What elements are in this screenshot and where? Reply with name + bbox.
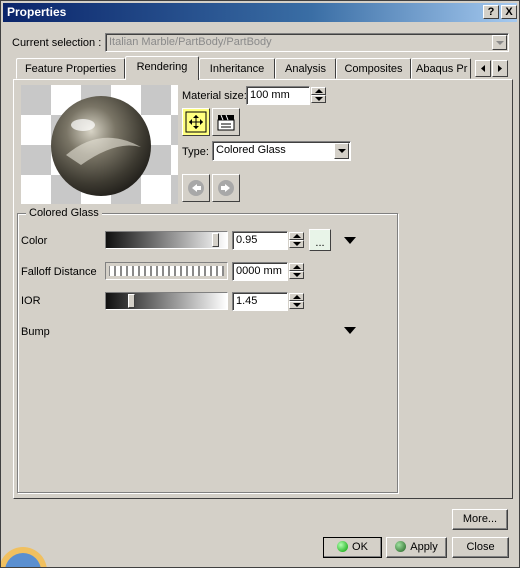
ior-slider-thumb[interactable] [128, 294, 135, 308]
apply-label: Apply [410, 541, 438, 553]
more-button[interactable]: More... [452, 509, 508, 530]
clapperboard-button[interactable] [212, 108, 240, 136]
clapperboard-icon [217, 114, 235, 131]
tab-analysis[interactable]: Analysis [275, 58, 336, 79]
tab-abaqus[interactable]: Abaqus Pr [411, 58, 471, 79]
spinner-up-icon[interactable] [289, 293, 304, 301]
globe-logo-icon [1, 547, 47, 567]
ior-value-input[interactable]: 1.45 [232, 292, 288, 311]
color-value-input[interactable]: 0.95 [232, 231, 288, 250]
type-dropdown-icon [334, 143, 349, 159]
color-spinner[interactable] [289, 232, 304, 249]
tab-feature-properties[interactable]: Feature Properties [16, 58, 125, 79]
type-dropdown[interactable]: Colored Glass [212, 141, 351, 161]
current-selection-field[interactable]: Italian Marble/PartBody/PartBody [105, 33, 509, 52]
spinner-up-icon[interactable] [289, 232, 304, 240]
current-selection-value: Italian Marble/PartBody/PartBody [109, 36, 272, 48]
type-label: Type: [182, 146, 209, 158]
previous-button[interactable] [182, 174, 210, 202]
ior-spinner[interactable] [289, 293, 304, 310]
color-expand-icon[interactable] [344, 237, 356, 244]
color-slider-thumb[interactable] [212, 233, 219, 247]
previous-circle-icon [188, 180, 204, 196]
material-size-input[interactable]: 100 mm [246, 86, 310, 105]
tab-rendering[interactable]: Rendering [125, 56, 199, 80]
window-title: Properties [7, 5, 67, 19]
falloff-distance-slider[interactable] [105, 262, 228, 280]
tab-inheritance[interactable]: Inheritance [199, 58, 275, 79]
material-preview [21, 85, 178, 204]
title-bar: Properties ? X [3, 3, 517, 22]
ok-label: OK [352, 541, 368, 553]
spinner-up-icon[interactable] [311, 87, 326, 95]
bump-label: Bump [21, 326, 50, 338]
arrow-left-icon [481, 65, 485, 72]
tab-composites[interactable]: Composites [336, 58, 411, 79]
current-selection-label: Current selection : [12, 37, 102, 49]
falloff-distance-label: Falloff Distance [21, 266, 97, 278]
properties-window: Properties ? X Current selection : Itali… [0, 0, 520, 568]
close-button[interactable]: Close [452, 537, 509, 558]
color-label: Color [21, 235, 48, 247]
next-circle-icon [218, 180, 234, 196]
material-size-spinner[interactable] [311, 87, 326, 104]
selection-dropdown-icon [492, 35, 507, 50]
ok-button[interactable]: OK [323, 537, 382, 558]
scale-mapping-button[interactable] [182, 108, 210, 136]
color-picker-button[interactable]: ... [309, 229, 331, 251]
colored-glass-group [17, 213, 398, 493]
apply-dot-icon [395, 541, 407, 552]
apply-button[interactable]: Apply [386, 537, 447, 558]
ior-slider[interactable] [105, 292, 228, 310]
type-value: Colored Glass [216, 144, 286, 156]
next-button[interactable] [212, 174, 240, 202]
help-button[interactable]: ? [483, 5, 499, 19]
ior-label: IOR [21, 295, 41, 307]
spinner-down-icon[interactable] [289, 271, 304, 279]
falloff-distance-spinner[interactable] [289, 263, 304, 280]
ok-dot-icon [337, 541, 349, 552]
tabs-scroll-right-button[interactable] [492, 60, 508, 77]
tabs-scroll-left-button[interactable] [475, 60, 491, 77]
spinner-up-icon[interactable] [289, 263, 304, 271]
arrow-right-icon [498, 65, 502, 72]
catia-logo-corner [1, 531, 61, 567]
material-size-label: Material size: [182, 90, 247, 102]
spinner-down-icon[interactable] [289, 240, 304, 248]
colored-glass-group-label: Colored Glass [26, 207, 102, 219]
spinner-down-icon[interactable] [311, 95, 326, 103]
bump-expand-icon[interactable] [344, 327, 356, 334]
color-slider[interactable] [105, 231, 228, 249]
glass-sphere-preview [21, 85, 178, 204]
falloff-distance-input[interactable]: 0000 mm [232, 262, 288, 281]
spinner-down-icon[interactable] [289, 301, 304, 309]
move-arrows-icon [185, 111, 207, 133]
close-window-button[interactable]: X [501, 5, 517, 19]
